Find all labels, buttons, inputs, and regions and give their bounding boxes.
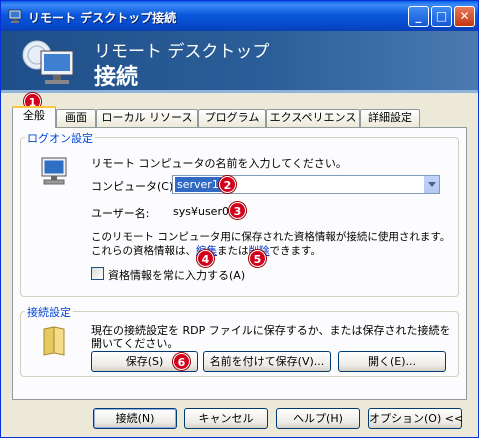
- tab-programs[interactable]: プログラム: [198, 109, 266, 127]
- save-as-button[interactable]: 名前を付けて保存(V)...: [203, 351, 331, 372]
- connection-description-line2: 開いてください。: [91, 337, 179, 350]
- open-button[interactable]: 開く(E)...: [338, 351, 446, 372]
- folder-icon: [43, 326, 65, 356]
- banner-title: 接続: [94, 65, 139, 90]
- chevron-down-icon[interactable]: [423, 176, 439, 193]
- callout-badge-4: 4: [197, 250, 214, 267]
- tab-display[interactable]: 画面: [56, 109, 96, 127]
- close-button[interactable]: ✕: [454, 6, 475, 27]
- callout-badge-6: 6: [173, 353, 190, 370]
- tab-advanced[interactable]: 詳細設定: [360, 109, 420, 127]
- logon-settings-label: ログオン設定: [25, 130, 95, 146]
- computer-combobox[interactable]: server1: [172, 175, 440, 194]
- banner-divider: [1, 90, 478, 93]
- callout-badge-2: 2: [219, 176, 236, 193]
- tab-local-resources[interactable]: ローカル リソース: [96, 109, 198, 127]
- credentials-info-mid: または: [217, 245, 249, 257]
- tab-experience[interactable]: エクスペリエンス: [266, 109, 360, 127]
- title-bar[interactable]: リモート デスクトップ接続 _ □ ✕: [1, 1, 478, 31]
- callout-badge-5: 5: [249, 250, 266, 267]
- options-button[interactable]: オプション(O) <<: [368, 408, 463, 429]
- remote-desktop-window: リモート デスクトップ接続 _ □ ✕ リモート デスクトップ 接続 全般 画面…: [0, 0, 479, 438]
- computer-label: コンピュータ(C):: [91, 180, 177, 193]
- cancel-button[interactable]: キャンセル: [184, 408, 268, 429]
- always-prompt-checkbox[interactable]: [91, 267, 104, 280]
- credentials-info-suffix: できます。: [269, 245, 321, 257]
- header-banner: リモート デスクトップ 接続: [1, 31, 478, 93]
- remote-connection-icon: [22, 40, 74, 84]
- connect-button[interactable]: 接続(N): [93, 408, 177, 429]
- computer-icon: [41, 157, 67, 185]
- username-label: ユーザー名:: [91, 207, 150, 220]
- credentials-info-prefix: これらの資格情報は、: [91, 245, 196, 257]
- help-button[interactable]: ヘルプ(H): [276, 408, 360, 429]
- tab-panel-general: ログオン設定 リモート コンピュータの名前を入力してください。 コンピュータ(C…: [12, 127, 467, 400]
- logon-instruction: リモート コンピュータの名前を入力してください。: [91, 157, 347, 170]
- callout-badge-3: 3: [229, 202, 246, 219]
- window-title: リモート デスクトップ接続: [28, 11, 177, 25]
- remote-desktop-icon: [8, 9, 22, 23]
- username-value: sys¥user01: [173, 205, 236, 218]
- maximize-button[interactable]: □: [431, 6, 452, 27]
- connection-settings-label: 接続設定: [25, 304, 73, 320]
- tab-general[interactable]: 全般: [12, 106, 56, 128]
- credentials-info-line1: このリモート コンピュータ用に保存された資格情報が接続に使用されます。: [91, 231, 451, 243]
- minimize-button[interactable]: _: [408, 6, 429, 27]
- computer-value[interactable]: server1: [175, 177, 221, 192]
- always-prompt-label[interactable]: 資格情報を常に入力する(A): [108, 267, 245, 283]
